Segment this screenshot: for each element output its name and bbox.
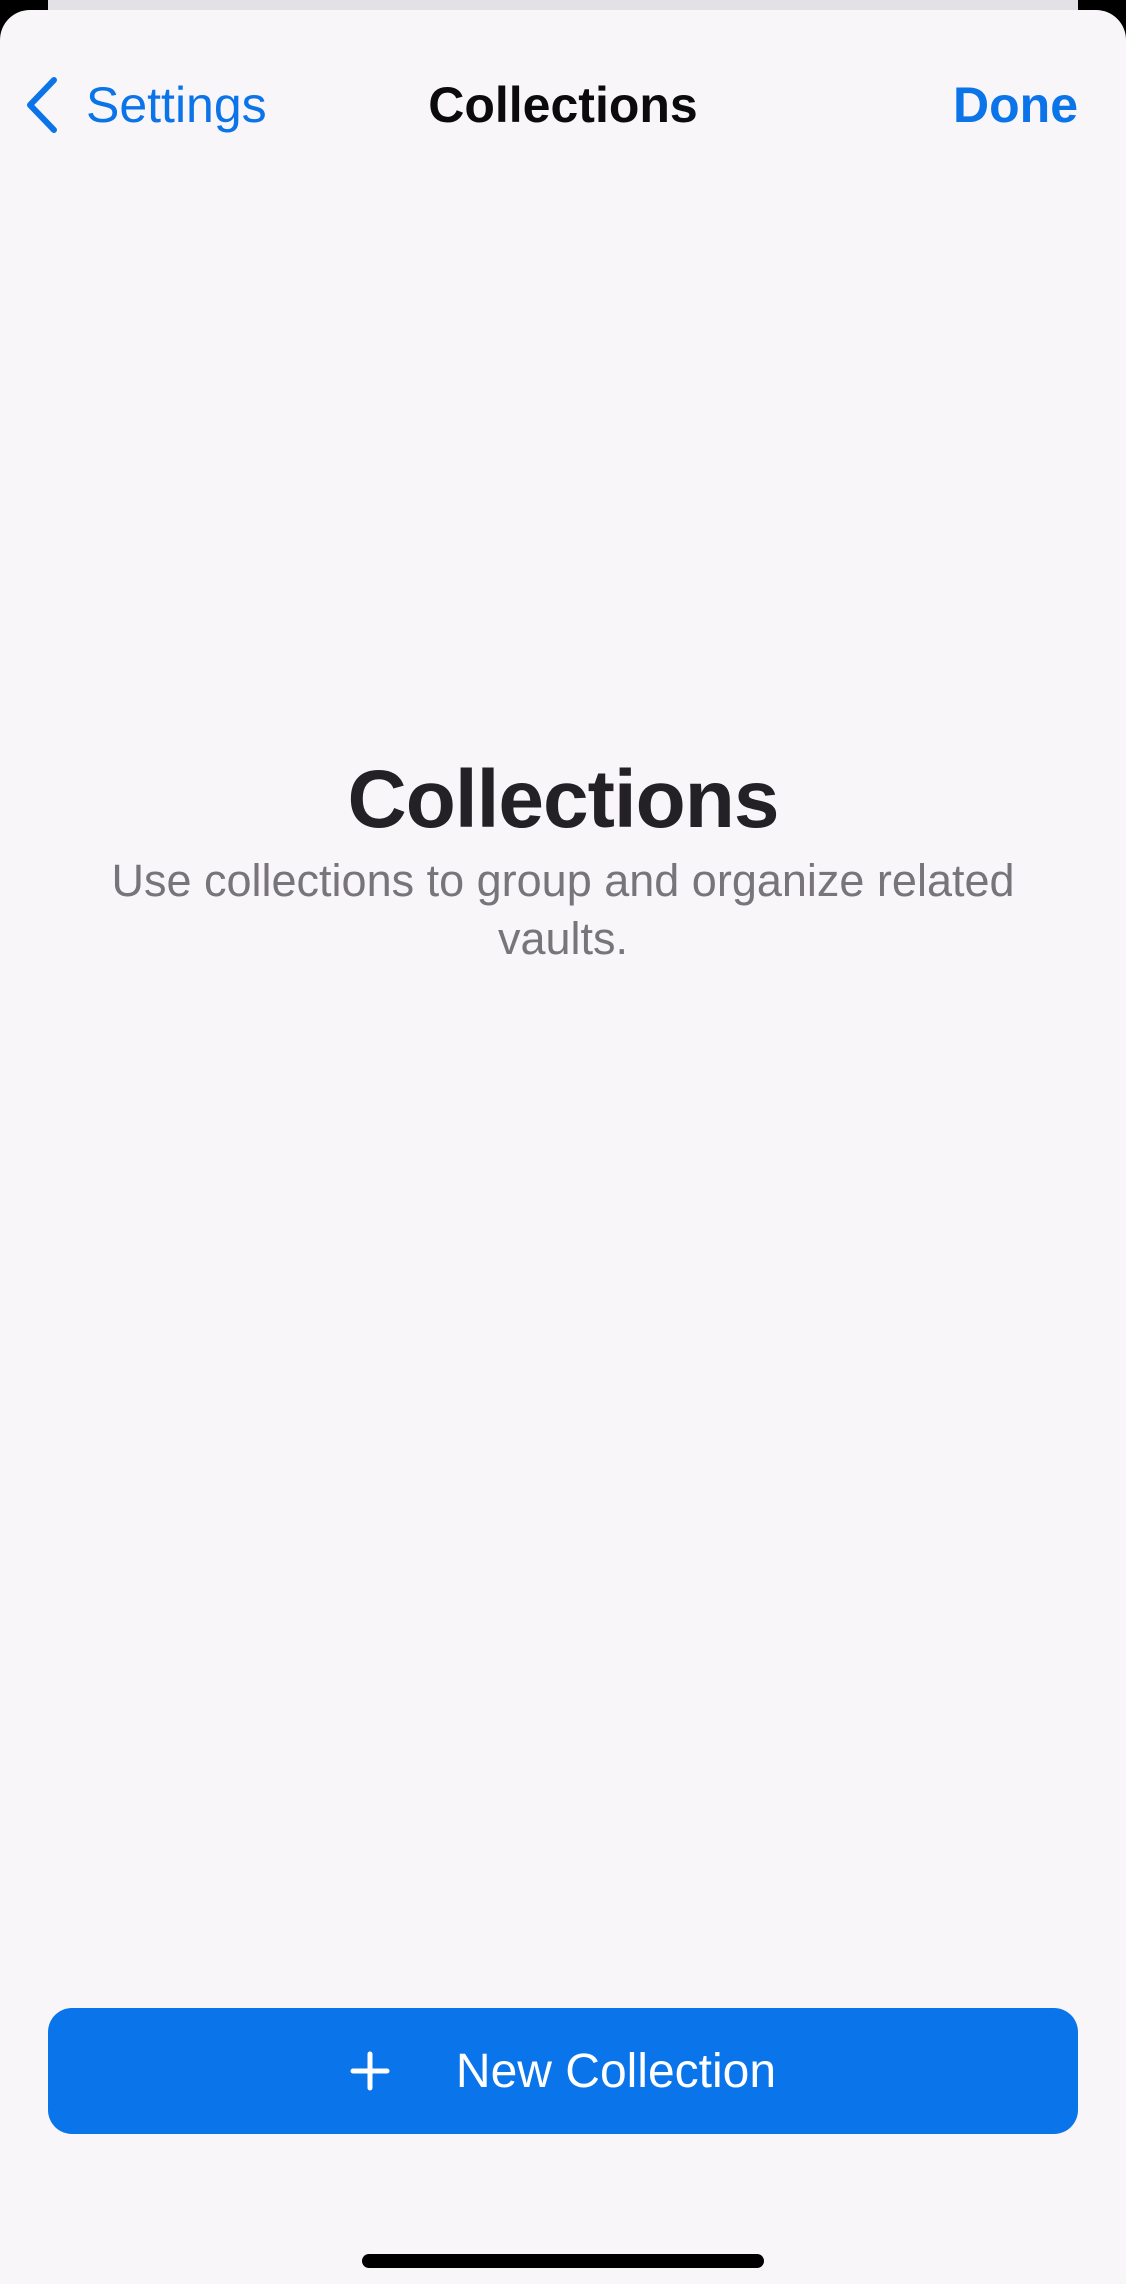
home-indicator[interactable]: [362, 2254, 764, 2268]
screen: Settings Collections Done Collections Us…: [0, 0, 1126, 2284]
empty-state-description: Use collections to group and organize re…: [111, 855, 1015, 964]
new-collection-label: New Collection: [455, 2044, 777, 2098]
plus-icon: [350, 2051, 390, 2091]
navigation-bar: Settings Collections Done: [0, 50, 1126, 160]
empty-state-title: Collections: [347, 754, 780, 845]
new-collection-button[interactable]: New Collection: [48, 2008, 1078, 2134]
empty-state: Collections Use collections to group and…: [80, 750, 1046, 968]
collections-sheet: Settings Collections Done Collections Us…: [0, 10, 1126, 2284]
done-button[interactable]: Done: [953, 70, 1078, 140]
